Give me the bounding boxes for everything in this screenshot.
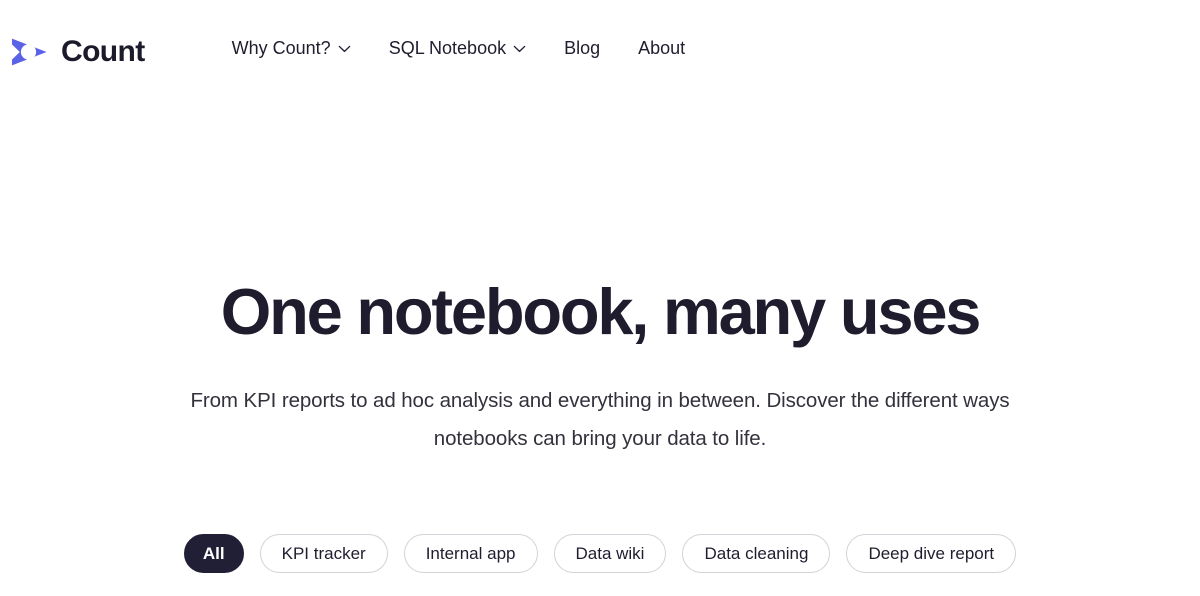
filter-pill-all[interactable]: All: [183, 534, 244, 573]
nav-item-why-count[interactable]: Why Count?: [213, 33, 370, 63]
hero-subtitle: From KPI reports to ad hoc analysis and …: [190, 388, 1010, 450]
page-root: Count Why Count? SQL Notebook Blog About: [0, 0, 1200, 596]
nav-item-label: Why Count?: [231, 38, 331, 58]
filter-pill-data-cleaning[interactable]: Data cleaning: [682, 534, 831, 573]
filter-pill-deep-dive-report[interactable]: Deep dive report: [846, 534, 1017, 573]
page-title: One notebook, many uses: [220, 275, 982, 348]
chevron-down-icon: [513, 45, 526, 53]
brand-name: Count: [61, 35, 145, 68]
chevron-down-icon: [338, 45, 351, 53]
count-triangle-logo-icon: [12, 38, 47, 66]
nav-item-label: Blog: [564, 38, 601, 58]
nav-item-blog[interactable]: Blog: [545, 33, 619, 63]
brand-logo-link[interactable]: Count: [8, 30, 145, 74]
hero-section: One notebook, many uses From KPI reports…: [0, 108, 1200, 458]
main-nav: Why Count? SQL Notebook Blog About: [213, 30, 705, 63]
filter-pill-data-wiki[interactable]: Data wiki: [553, 534, 667, 573]
nav-item-label: About: [638, 38, 686, 58]
nav-item-about[interactable]: About: [619, 33, 704, 63]
filter-pill-internal-app[interactable]: Internal app: [403, 534, 538, 573]
site-header: Count Why Count? SQL Notebook Blog About: [0, 0, 1200, 108]
nav-item-sql-notebook[interactable]: SQL Notebook: [370, 33, 545, 63]
nav-item-label: SQL Notebook: [388, 38, 507, 58]
filter-pill-kpi-tracker[interactable]: KPI tracker: [259, 534, 388, 573]
filter-pill-bar: All KPI tracker Internal app Data wiki D…: [0, 534, 1200, 573]
